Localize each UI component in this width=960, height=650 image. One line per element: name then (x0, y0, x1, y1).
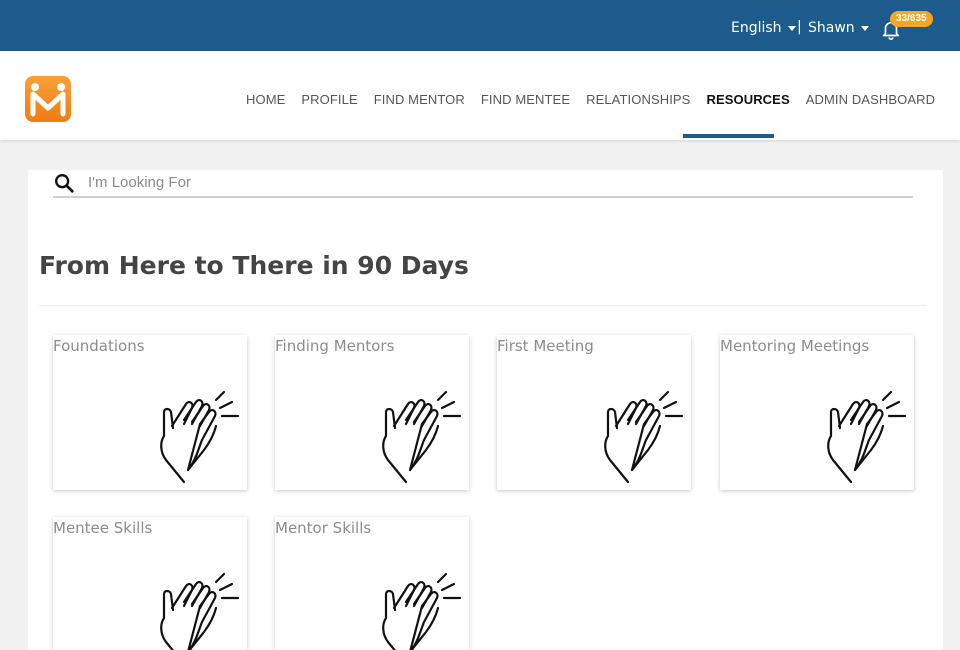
card-title: Foundations (53, 337, 145, 355)
resource-card-mentee-skills[interactable]: Mentee Skills (53, 517, 247, 650)
card-title: First Meeting (497, 337, 594, 355)
nav-profile[interactable]: PROFILE (301, 92, 357, 107)
nav-find-mentor[interactable]: FIND MENTOR (374, 92, 465, 107)
clapping-hands-icon (382, 572, 462, 650)
resource-card-mentoring-meetings[interactable]: Mentoring Meetings (720, 335, 914, 490)
user-name: Shawn (808, 20, 855, 36)
resource-card-foundations[interactable]: Foundations (53, 335, 247, 490)
topbar-separator: | (797, 19, 802, 35)
nav-resources[interactable]: RESOURCES (706, 92, 789, 107)
search-icon (55, 174, 74, 193)
card-title: Mentoring Meetings (720, 337, 870, 355)
clapping-hands-icon (382, 390, 462, 484)
language-label: English (731, 20, 782, 36)
card-title: Mentee Skills (53, 519, 153, 537)
search-input[interactable] (86, 170, 890, 194)
nav-find-mentee[interactable]: FIND MENTEE (481, 92, 570, 107)
chevron-down-icon (787, 25, 796, 31)
nav-home[interactable]: HOME (246, 92, 285, 107)
page-title: From Here to There in 90 Days (39, 251, 469, 280)
main-header: HOME PROFILE FIND MENTOR FIND MENTEE REL… (0, 51, 960, 140)
app-logo[interactable] (25, 76, 71, 122)
resource-card-finding-mentors[interactable]: Finding Mentors (275, 335, 469, 490)
clapping-hands-icon (160, 572, 240, 650)
clapping-hands-icon (160, 390, 240, 484)
logo-mark-icon (30, 83, 66, 117)
clapping-hands-icon (827, 390, 907, 484)
nav-admin-dashboard[interactable]: ADMIN DASHBOARD (806, 92, 935, 107)
card-title: Mentor Skills (275, 519, 372, 537)
nav-relationships[interactable]: RELATIONSHIPS (586, 92, 690, 107)
card-title: Finding Mentors (275, 337, 395, 355)
main-nav: HOME PROFILE FIND MENTOR FIND MENTEE REL… (246, 92, 951, 107)
chevron-down-icon (860, 25, 869, 31)
section-divider (39, 305, 927, 306)
user-menu[interactable]: Shawn (808, 20, 869, 36)
notification-badge[interactable]: 33/635 (890, 11, 933, 27)
search-bar (53, 168, 913, 198)
resource-card-first-meeting[interactable]: First Meeting (497, 335, 691, 490)
clapping-hands-icon (604, 390, 684, 484)
active-nav-indicator (683, 134, 774, 138)
language-selector[interactable]: English (731, 20, 796, 36)
resource-card-mentor-skills[interactable]: Mentor Skills (275, 517, 469, 650)
